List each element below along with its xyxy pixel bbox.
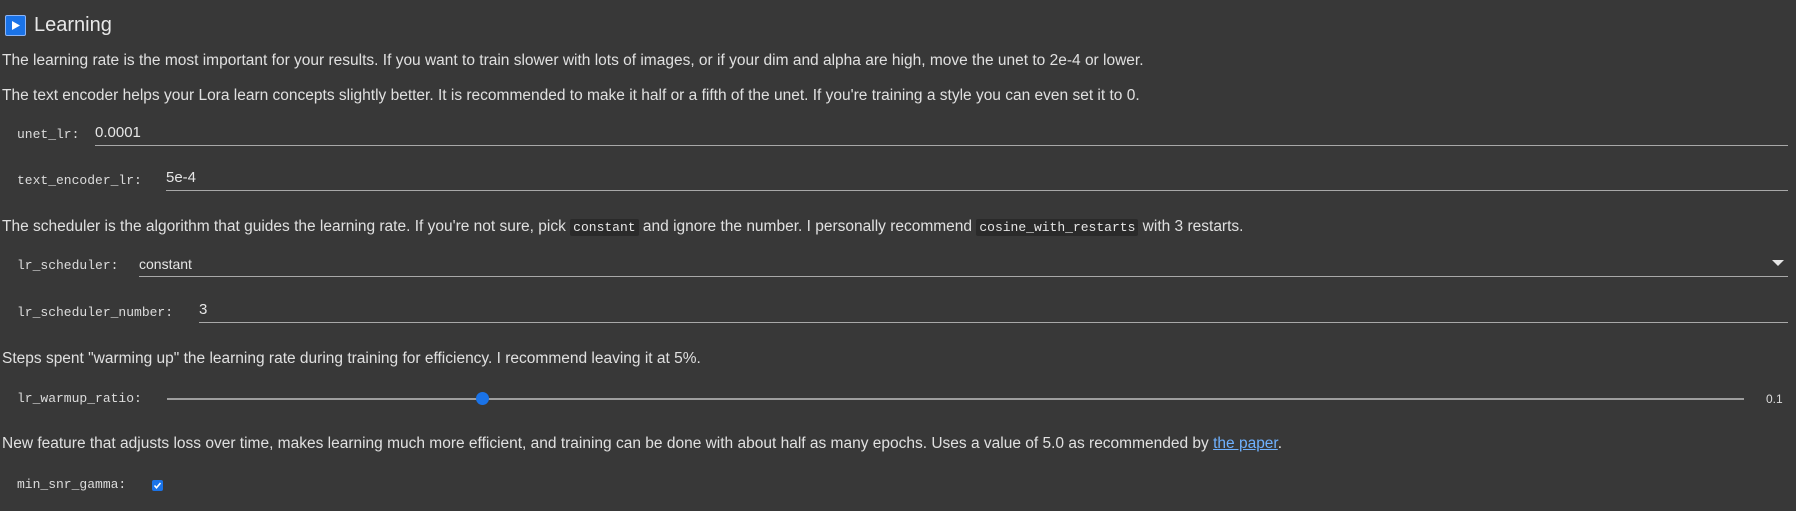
unet-lr-input[interactable]: 0.0001: [95, 122, 1788, 146]
lr-scheduler-select[interactable]: constant: [139, 253, 1788, 277]
section-header[interactable]: Learning: [5, 12, 112, 38]
scheduler-code-constant: constant: [570, 219, 639, 236]
snr-text-part1: New feature that adjusts loss over time,…: [2, 435, 1214, 452]
slider-thumb[interactable]: [475, 392, 489, 405]
lr-warmup-ratio-label: lr_warmup_ratio:: [17, 391, 142, 406]
section-title: Learning: [34, 13, 112, 36]
scheduler-intro-text: The scheduler is the algorithm that guid…: [2, 217, 1243, 238]
scheduler-text-part3: with 3 restarts.: [1138, 218, 1244, 235]
lr-intro-text: The learning rate is the most important …: [2, 52, 1144, 69]
paper-link[interactable]: the paper: [1213, 435, 1278, 452]
play-icon[interactable]: [5, 14, 26, 36]
lr-scheduler-number-label: lr_scheduler_number:: [17, 305, 174, 320]
snr-intro-text: New feature that adjusts loss over time,…: [2, 434, 1282, 454]
lr-scheduler-value: constant: [139, 255, 192, 272]
lr-warmup-ratio-slider[interactable]: [167, 392, 1744, 406]
text-encoder-lr-value: 5e-4: [166, 169, 197, 186]
min-snr-gamma-checkbox[interactable]: [152, 480, 163, 491]
lr-warmup-ratio-value: 0.1: [1766, 392, 1783, 406]
unet-lr-value: 0.0001: [95, 124, 141, 141]
text-encoder-lr-input[interactable]: 5e-4: [166, 167, 1788, 191]
scheduler-text-part2: and ignore the number. I personally reco…: [638, 218, 977, 235]
scheduler-code-cosine: cosine_with_restarts: [976, 219, 1139, 236]
lr-scheduler-number-value: 3: [199, 301, 208, 318]
text-encoder-intro-text: The text encoder helps your Lora learn c…: [2, 87, 1140, 104]
text-encoder-lr-label: text_encoder_lr:: [17, 173, 142, 188]
unet-lr-label: unet_lr:: [17, 127, 80, 142]
lr-scheduler-label: lr_scheduler:: [17, 258, 119, 273]
lr-scheduler-number-input[interactable]: 3: [199, 299, 1788, 323]
checkmark-icon: [153, 482, 162, 490]
min-snr-gamma-label: min_snr_gamma:: [17, 477, 127, 492]
snr-text-part2: .: [1277, 435, 1283, 452]
dropdown-arrow-icon[interactable]: [1772, 260, 1784, 267]
slider-track[interactable]: [167, 398, 1744, 400]
scheduler-text-part1: The scheduler is the algorithm that guid…: [2, 218, 571, 235]
warmup-intro-text: Steps spent "warming up" the learning ra…: [2, 350, 701, 367]
